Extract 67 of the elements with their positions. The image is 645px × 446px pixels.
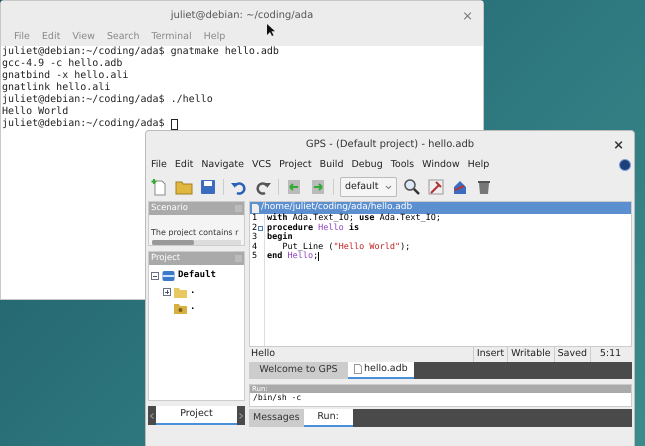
text-cursor [318, 252, 320, 262]
panel-tab[interactable]: Messages [249, 409, 304, 428]
build-run-icon[interactable] [451, 178, 469, 196]
save-icon[interactable] [199, 178, 217, 196]
line-number: 3 [252, 233, 258, 242]
file-icon [354, 364, 362, 374]
close-button[interactable]: × [462, 7, 473, 26]
status-text: Hello [251, 347, 276, 362]
line-number: 2 [252, 224, 258, 232]
file-path: /home/juliet/coding/ada/hello.adb [261, 201, 412, 213]
search-icon[interactable] [403, 178, 421, 196]
terminal-line: juliet@debian:~/coding/ada$ [2, 118, 166, 130]
forward-icon[interactable] [309, 178, 327, 196]
panel-tab[interactable]: Run: [304, 409, 353, 428]
editor-tab[interactable]: hello.adb [348, 362, 414, 379]
line-number: 5 [252, 252, 258, 262]
hammer-icon[interactable] [427, 178, 445, 196]
editor-tab[interactable]: Welcome to GPS [249, 362, 348, 379]
mouse-pointer-icon [267, 24, 275, 36]
menu-item[interactable]: Debug [351, 158, 383, 172]
menu-item[interactable]: Help [468, 158, 490, 172]
scroll-right-icon[interactable] [239, 412, 243, 418]
window-title: GPS - (Default project) - hello.adb [306, 138, 474, 152]
menu-item[interactable]: Edit [174, 158, 194, 172]
panel-tab[interactable]: Project [156, 406, 237, 425]
panel-title: Scenario [151, 202, 188, 215]
status-icon [619, 159, 631, 171]
object-folder-icon [174, 302, 187, 314]
scroll-left-icon[interactable] [150, 412, 154, 418]
menu-item[interactable]: VCS [252, 158, 272, 172]
output-line: /bin/sh -c [252, 392, 302, 402]
code-line: end Hello; [267, 252, 318, 262]
terminal-line: gcc-4.9 -c hello.adb [2, 58, 122, 70]
menu-item[interactable]: Project [279, 158, 312, 172]
back-icon[interactable] [285, 178, 303, 196]
scrollbar-thumb[interactable] [152, 240, 194, 245]
fold-icon[interactable] [258, 226, 264, 231]
terminal-line: juliet@debian:~/coding/ada$ ./hello [2, 94, 213, 106]
collapse-icon[interactable] [151, 272, 159, 280]
tree-label[interactable]: Default [178, 269, 216, 283]
code-line: begin [267, 233, 293, 242]
menu-item[interactable]: File [151, 158, 167, 172]
close-button[interactable]: × [613, 136, 624, 156]
panel-title: Project [151, 252, 180, 265]
file-icon [252, 204, 259, 212]
terminal-line: gnatbind -x hello.ali [2, 70, 128, 82]
line-number: 1 [252, 214, 258, 224]
terminal-line: gnatlink hello.ali [2, 82, 110, 94]
tree-label[interactable]: . [190, 301, 196, 315]
trash-icon[interactable] [475, 178, 493, 196]
tree-label[interactable]: . [190, 285, 196, 299]
menu-item[interactable]: Window [422, 158, 460, 172]
caret-icon [385, 184, 392, 190]
scenario-dropdown[interactable]: default [340, 177, 397, 197]
terminal-line: Hello World [2, 106, 68, 118]
menu-item[interactable]: Navigate [201, 158, 244, 172]
folder-icon [174, 286, 187, 298]
menu-item[interactable]: Build [320, 158, 344, 172]
window-title: juliet@debian: ~/coding/ada [170, 8, 314, 22]
menu-item[interactable]: Tools [390, 158, 414, 172]
code-line: procedure Hello is [267, 224, 360, 232]
code-line: Put_Line ("Hello World"); [281, 242, 410, 252]
project-icon [162, 270, 175, 282]
code-line: with Ada.Text_IO; use Ada.Text_IO; [267, 214, 442, 223]
terminal-line: juliet@debian:~/coding/ada$ gnatmake hello.adb [2, 46, 279, 58]
line-number: 4 [252, 242, 258, 252]
expand-icon[interactable] [163, 288, 171, 296]
